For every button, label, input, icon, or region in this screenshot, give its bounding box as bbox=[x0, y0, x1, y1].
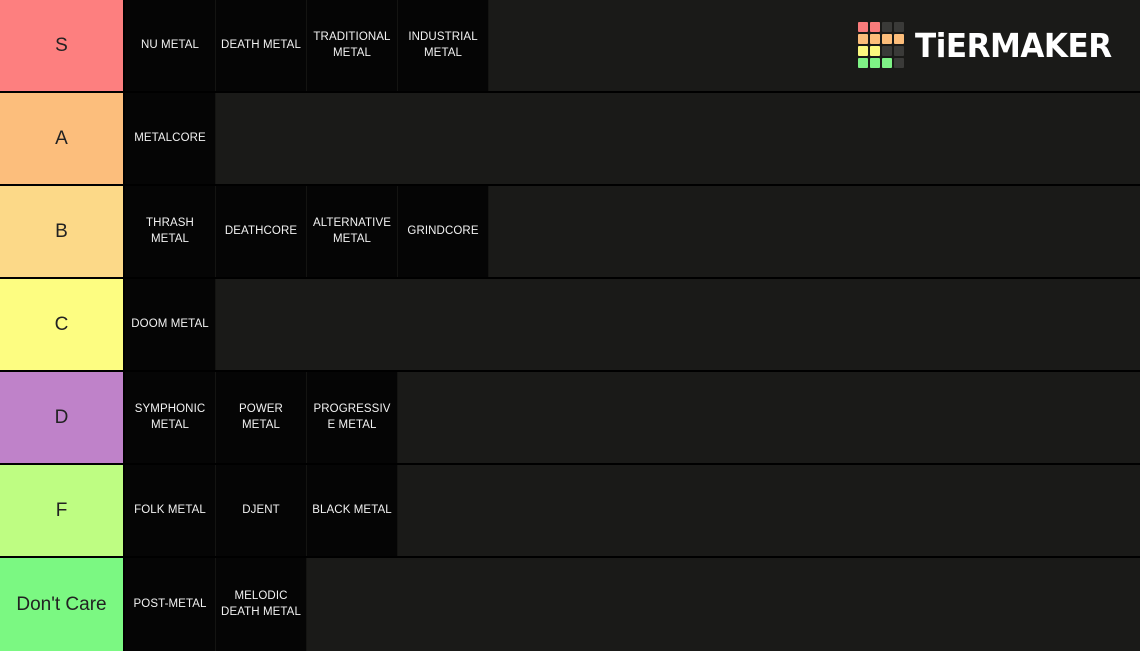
tier-item[interactable]: DEATH METAL bbox=[216, 0, 307, 91]
tier-rows-container: S NU METAL DEATH METAL TRADITIONAL METAL IND… bbox=[0, 0, 1140, 651]
tier-items: FOLK METAL DJENT BLACK METAL bbox=[125, 465, 1140, 556]
tier-item[interactable]: MELODIC DEATH METAL bbox=[216, 558, 307, 651]
tier-item[interactable]: TRADITIONAL METAL bbox=[307, 0, 398, 91]
tier-label-c[interactable]: C bbox=[0, 279, 125, 370]
tier-row: D SYMPHONIC METAL POWER METAL PROGRESSIVE M… bbox=[0, 372, 1140, 465]
tier-items: NU METAL DEATH METAL TRADITIONAL METAL INDU… bbox=[125, 0, 1140, 91]
tier-items: DOOM METAL bbox=[125, 279, 1140, 370]
tier-drop-zone[interactable] bbox=[398, 465, 1140, 556]
tier-label-b[interactable]: B bbox=[0, 186, 125, 277]
tier-items: THRASH METAL DEATHCORE ALTERNATIVE METAL GR… bbox=[125, 186, 1140, 277]
tier-item[interactable]: PROGRESSIVE METAL bbox=[307, 372, 398, 463]
tier-item[interactable]: NU METAL bbox=[125, 0, 216, 91]
tier-item[interactable]: THRASH METAL bbox=[125, 186, 216, 277]
tier-row: C DOOM METAL bbox=[0, 279, 1140, 372]
tier-drop-zone[interactable] bbox=[398, 372, 1140, 463]
tier-row: A METALCORE bbox=[0, 93, 1140, 186]
tier-item[interactable]: DJENT bbox=[216, 465, 307, 556]
tier-drop-zone[interactable] bbox=[216, 279, 1140, 370]
tier-label-f[interactable]: F bbox=[0, 465, 125, 556]
tier-row: Don't Care POST-METAL MELODIC DEATH METAL bbox=[0, 558, 1140, 651]
tier-drop-zone[interactable] bbox=[489, 186, 1140, 277]
tier-item[interactable]: POWER METAL bbox=[216, 372, 307, 463]
tier-items: SYMPHONIC METAL POWER METAL PROGRESSIVE ME… bbox=[125, 372, 1140, 463]
tier-row: B THRASH METAL DEATHCORE ALTERNATIVE METAL G… bbox=[0, 186, 1140, 279]
tier-item[interactable]: INDUSTRIAL METAL bbox=[398, 0, 489, 91]
tier-items: POST-METAL MELODIC DEATH METAL bbox=[125, 558, 1140, 651]
tier-item[interactable]: FOLK METAL bbox=[125, 465, 216, 556]
tier-items: METALCORE bbox=[125, 93, 1140, 184]
tier-item[interactable]: POST-METAL bbox=[125, 558, 216, 651]
tier-item[interactable]: DEATHCORE bbox=[216, 186, 307, 277]
tier-item[interactable]: DOOM METAL bbox=[125, 279, 216, 370]
tier-drop-zone[interactable] bbox=[216, 93, 1140, 184]
tier-drop-zone[interactable] bbox=[489, 0, 1140, 91]
tier-row: S NU METAL DEATH METAL TRADITIONAL METAL IND… bbox=[0, 0, 1140, 93]
tier-item[interactable]: ALTERNATIVE METAL bbox=[307, 186, 398, 277]
tier-label-a[interactable]: A bbox=[0, 93, 125, 184]
tier-row: F FOLK METAL DJENT BLACK METAL bbox=[0, 465, 1140, 558]
tier-list-board: TiERMAKER S NU METAL DEATH METAL TRADITIONA… bbox=[0, 0, 1140, 651]
tier-label-d[interactable]: D bbox=[0, 372, 125, 463]
tier-item[interactable]: SYMPHONIC METAL bbox=[125, 372, 216, 463]
tier-drop-zone[interactable] bbox=[307, 558, 1140, 651]
tier-label-don-t-care[interactable]: Don't Care bbox=[0, 558, 125, 651]
tier-item[interactable]: BLACK METAL bbox=[307, 465, 398, 556]
tier-label-s[interactable]: S bbox=[0, 0, 125, 91]
tier-item[interactable]: GRINDCORE bbox=[398, 186, 489, 277]
tier-item[interactable]: METALCORE bbox=[125, 93, 216, 184]
